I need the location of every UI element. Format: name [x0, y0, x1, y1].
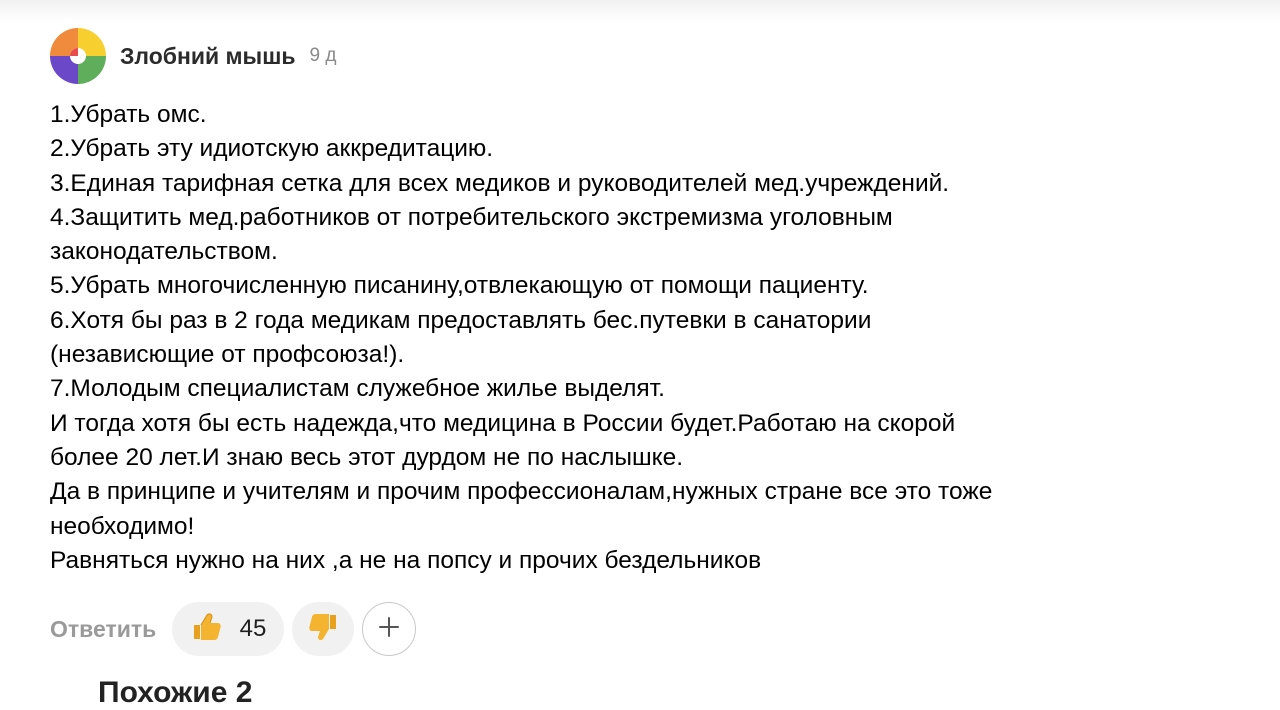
comment-card: Злобний мышь 9 д 1.Убрать омс. 2.Убрать … — [50, 28, 1250, 578]
add-reaction-button[interactable] — [362, 602, 417, 656]
comment-line: необходимо! — [50, 512, 195, 540]
like-count: 45 — [239, 615, 267, 642]
comment-actions: Ответить 45 — [50, 602, 417, 656]
comment-line: 2.Убрать эту идиотскую аккредитацию. — [50, 135, 494, 163]
comment-header: Злобний мышь 9 д — [50, 28, 1250, 84]
avatar[interactable] — [50, 28, 106, 84]
next-section-title: Похожие 2 — [98, 676, 253, 709]
reply-button[interactable]: Ответить — [50, 616, 156, 643]
plus-icon — [378, 616, 400, 643]
comment-line: 1.Убрать омс. — [50, 101, 207, 128]
comment-line: 4.Защитить мед.работников от потребитель… — [50, 203, 893, 231]
comment-line: Равняться нужно на них ,а не на попсу и … — [50, 546, 762, 574]
like-button[interactable]: 45 — [172, 602, 285, 656]
comment-line: Да в принципе и учителям и прочим профес… — [50, 478, 993, 506]
thumbs-up-icon — [190, 610, 224, 649]
comment-time: 9 д — [309, 45, 337, 66]
comment-line: 7.Молодым специалистам служебное жилье в… — [50, 375, 665, 403]
comment-line: И тогда хотя бы есть надежда,что медицин… — [50, 409, 956, 437]
comment-line: 6.Хотя бы раз в 2 года медикам предостав… — [50, 306, 872, 334]
comment-line: более 20 лет.И знаю весь этот дурдом не … — [50, 443, 684, 471]
thumbs-down-icon — [306, 610, 340, 649]
dislike-button[interactable] — [292, 602, 355, 656]
comment-line: 3.Единая тарифная сетка для всех медиков… — [50, 169, 950, 197]
comment-line: (независющие от профсоюза!). — [50, 341, 405, 369]
author-name[interactable]: Злобний мышь — [120, 43, 296, 70]
top-edge-shadow — [0, 0, 1280, 22]
comment-line: 5.Убрать многочисленную писанину,отвлека… — [50, 272, 869, 300]
comment-line: законодательством. — [50, 238, 278, 266]
comment-body: 1.Убрать омс. 2.Убрать эту идиотскую акк… — [50, 98, 1250, 578]
